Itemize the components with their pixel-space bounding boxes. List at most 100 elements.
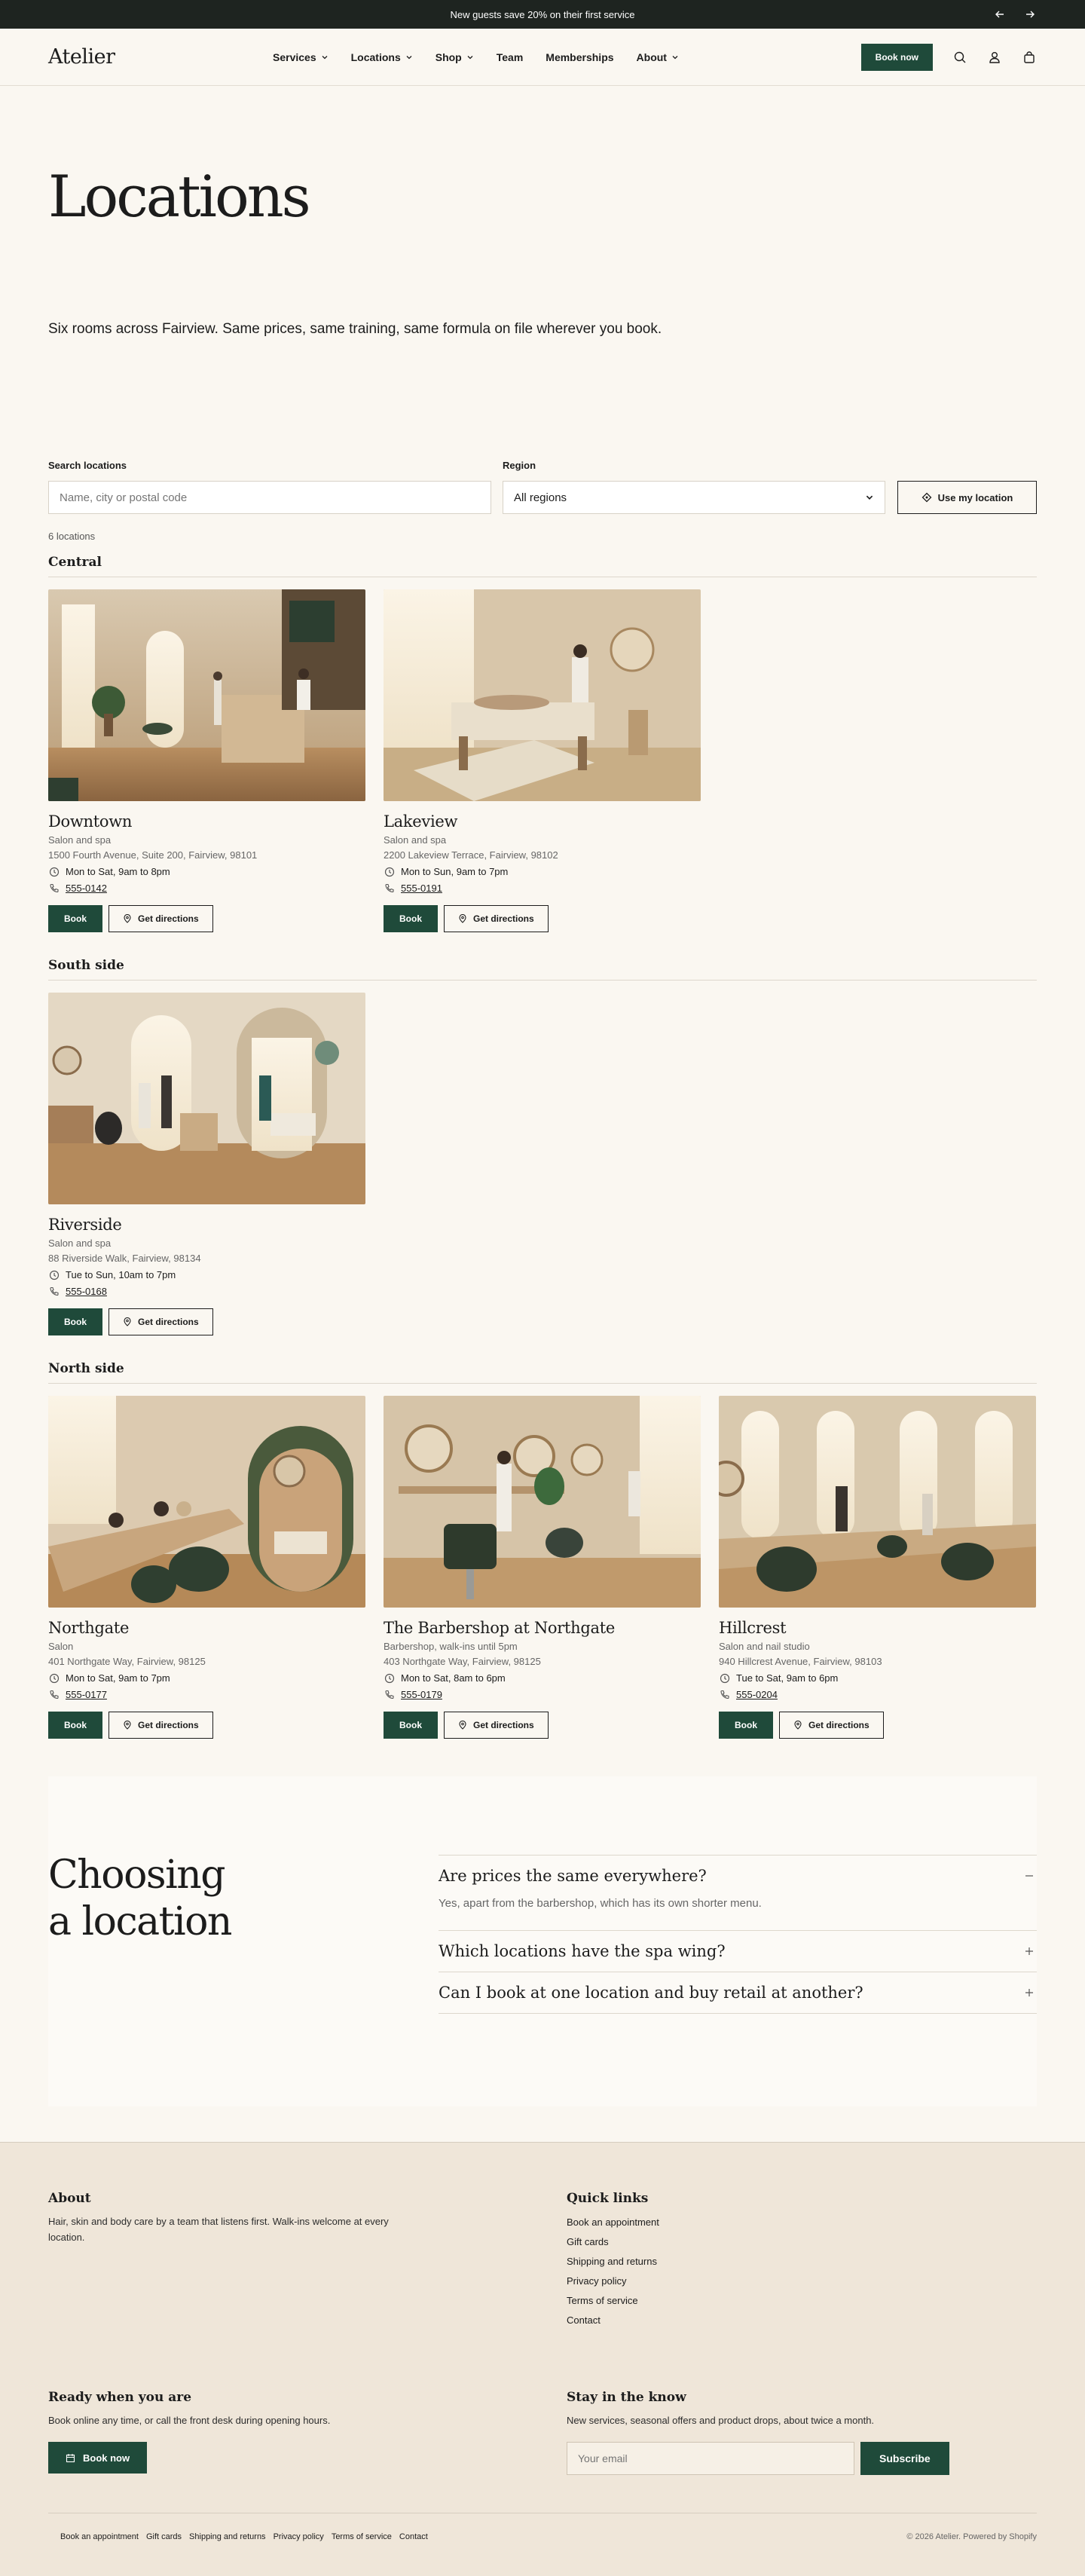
location-name: Hillcrest <box>719 1619 787 1637</box>
phone-link[interactable]: 555-0177 <box>66 1689 107 1700</box>
map-pin-icon <box>123 1721 132 1730</box>
nav-item-shop[interactable]: Shop <box>436 51 474 63</box>
phone-icon <box>384 1689 395 1700</box>
main-nav: Services Locations Shop Team Memberships… <box>273 29 679 86</box>
footer-bottom-link[interactable]: Privacy policy <box>274 2532 324 2541</box>
arrow-right-icon[interactable] <box>1023 8 1037 21</box>
location-name: Northgate <box>48 1619 130 1637</box>
faq-list: Are prices the same everywhere? Yes, apa… <box>439 1855 1037 2014</box>
location-phone: 555-0204 <box>719 1689 1036 1700</box>
faq-question: Can I book at one location and buy retai… <box>439 1984 863 2002</box>
location-photo <box>719 1396 1036 1608</box>
phone-link[interactable]: 555-0142 <box>66 883 107 894</box>
faq-item[interactable]: Can I book at one location and buy retai… <box>439 1972 1037 2014</box>
account-icon[interactable] <box>987 50 1002 65</box>
group-title: North side <box>48 1361 1037 1384</box>
announcement-text: New guests save 20% on their first servi… <box>450 8 635 20</box>
search-icon[interactable] <box>952 50 967 65</box>
location-photo <box>48 1396 365 1608</box>
nav-item-about[interactable]: About <box>637 51 679 63</box>
get-directions-button[interactable]: Get directions <box>108 905 213 932</box>
phone-icon <box>384 883 395 894</box>
phone-link[interactable]: 555-0204 <box>736 1689 778 1700</box>
clock-icon <box>48 866 60 877</box>
location-hours: Mon to Sat, 9am to 8pm <box>48 866 365 877</box>
region-select[interactable]: All regions <box>503 481 885 514</box>
faq-item[interactable]: Are prices the same everywhere? Yes, apa… <box>439 1855 1037 1930</box>
subscribe-button[interactable]: Subscribe <box>860 2442 949 2475</box>
book-button[interactable]: Book <box>719 1712 773 1739</box>
location-card-lakeview: Lakeview Salon and spa 2200 Lakeview Ter… <box>384 589 701 932</box>
get-directions-button[interactable]: Get directions <box>779 1712 884 1739</box>
footer-link[interactable]: Gift cards <box>567 2236 659 2247</box>
faq-item[interactable]: Which locations have the spa wing? <box>439 1930 1037 1972</box>
newsletter-email-input[interactable] <box>567 2442 854 2475</box>
phone-link[interactable]: 555-0168 <box>66 1286 107 1297</box>
get-directions-button[interactable]: Get directions <box>444 1712 549 1739</box>
bag-icon[interactable] <box>1022 50 1037 65</box>
book-button[interactable]: Book <box>48 905 102 932</box>
plus-icon[interactable] <box>1022 1944 1037 1959</box>
footer-ready-text: Book online any time, or call the front … <box>48 2415 331 2426</box>
nav-item-team[interactable]: Team <box>497 51 524 63</box>
phone-icon <box>48 883 60 894</box>
footer-ready: Ready when you are Book online any time,… <box>48 2390 330 2474</box>
faq-answer: Yes, apart from the barbershop, which ha… <box>439 1897 762 1910</box>
book-button[interactable]: Book <box>48 1712 102 1739</box>
footer-book-now-button[interactable]: Book now <box>48 2442 148 2474</box>
get-directions-button[interactable]: Get directions <box>444 905 549 932</box>
book-button[interactable]: Book <box>384 905 438 932</box>
footer-bottom-link[interactable]: Gift cards <box>146 2532 182 2541</box>
phone-link[interactable]: 555-0179 <box>401 1689 442 1700</box>
footer-link[interactable]: Shipping and returns <box>567 2256 659 2267</box>
footer-about: About Hair, skin and body care by a team… <box>48 2191 410 2245</box>
arrow-left-icon[interactable] <box>993 8 1007 21</box>
location-address: 401 Northgate Way, Fairview, 98125 <box>48 1656 206 1667</box>
plus-icon[interactable] <box>1022 1985 1037 2000</box>
region-label: Region <box>503 460 536 471</box>
nav-item-locations[interactable]: Locations <box>351 51 413 63</box>
location-photo <box>48 589 365 801</box>
search-input[interactable] <box>48 481 491 514</box>
footer-bottom-link[interactable]: Shipping and returns <box>189 2532 266 2541</box>
get-directions-button[interactable]: Get directions <box>108 1308 213 1335</box>
page-title: Locations <box>48 163 311 230</box>
book-button[interactable]: Book <box>384 1712 438 1739</box>
footer-link[interactable]: Book an appointment <box>567 2217 659 2228</box>
minus-icon[interactable] <box>1022 1868 1037 1883</box>
footer-link[interactable]: Contact <box>567 2314 659 2326</box>
location-phone: 555-0179 <box>384 1689 701 1700</box>
group-title: South side <box>48 958 1037 981</box>
nav-item-services[interactable]: Services <box>273 51 329 63</box>
get-directions-button[interactable]: Get directions <box>108 1712 213 1739</box>
map-pin-icon <box>793 1721 802 1730</box>
footer-bottom-link[interactable]: Book an appointment <box>60 2532 139 2541</box>
phone-link[interactable]: 555-0191 <box>401 883 442 894</box>
location-group-central: Central Downtown Salon and spa 1500 Four… <box>0 555 1085 932</box>
book-now-button[interactable]: Book now <box>860 44 933 71</box>
location-address: 403 Northgate Way, Fairview, 98125 <box>384 1656 541 1667</box>
copyright: © 2026 Atelier. Powered by Shopify <box>906 2532 1037 2541</box>
location-card-northgate: Northgate Salon 401 Northgate Way, Fairv… <box>48 1396 365 1739</box>
footer-bottom-link[interactable]: Terms of service <box>332 2532 392 2541</box>
logo[interactable]: Atelier <box>48 45 115 69</box>
footer-link[interactable]: Terms of service <box>567 2295 659 2306</box>
location-type: Salon <box>48 1641 74 1652</box>
use-my-location-button[interactable]: Use my location <box>897 481 1037 514</box>
location-type: Salon and spa <box>384 834 447 846</box>
footer-link[interactable]: Privacy policy <box>567 2275 659 2287</box>
footer-about-title: About <box>48 2191 91 2206</box>
location-name: Lakeview <box>384 812 458 831</box>
location-photo <box>384 589 701 801</box>
use-my-location-label: Use my location <box>937 491 1013 503</box>
location-address: 940 Hillcrest Avenue, Fairview, 98103 <box>719 1656 882 1667</box>
location-type: Salon and spa <box>48 1238 112 1249</box>
location-address: 88 Riverside Walk, Fairview, 98134 <box>48 1253 201 1264</box>
site-footer: About Hair, skin and body care by a team… <box>0 2142 1085 2576</box>
footer-links-title: Quick links <box>567 2191 649 2206</box>
footer-bottom-link[interactable]: Contact <box>399 2532 428 2541</box>
nav-item-memberships[interactable]: Memberships <box>546 51 613 63</box>
location-hours: Tue to Sat, 9am to 6pm <box>719 1672 1036 1684</box>
book-button[interactable]: Book <box>48 1308 102 1335</box>
footer-newsletter-title: Stay in the know <box>567 2390 686 2405</box>
